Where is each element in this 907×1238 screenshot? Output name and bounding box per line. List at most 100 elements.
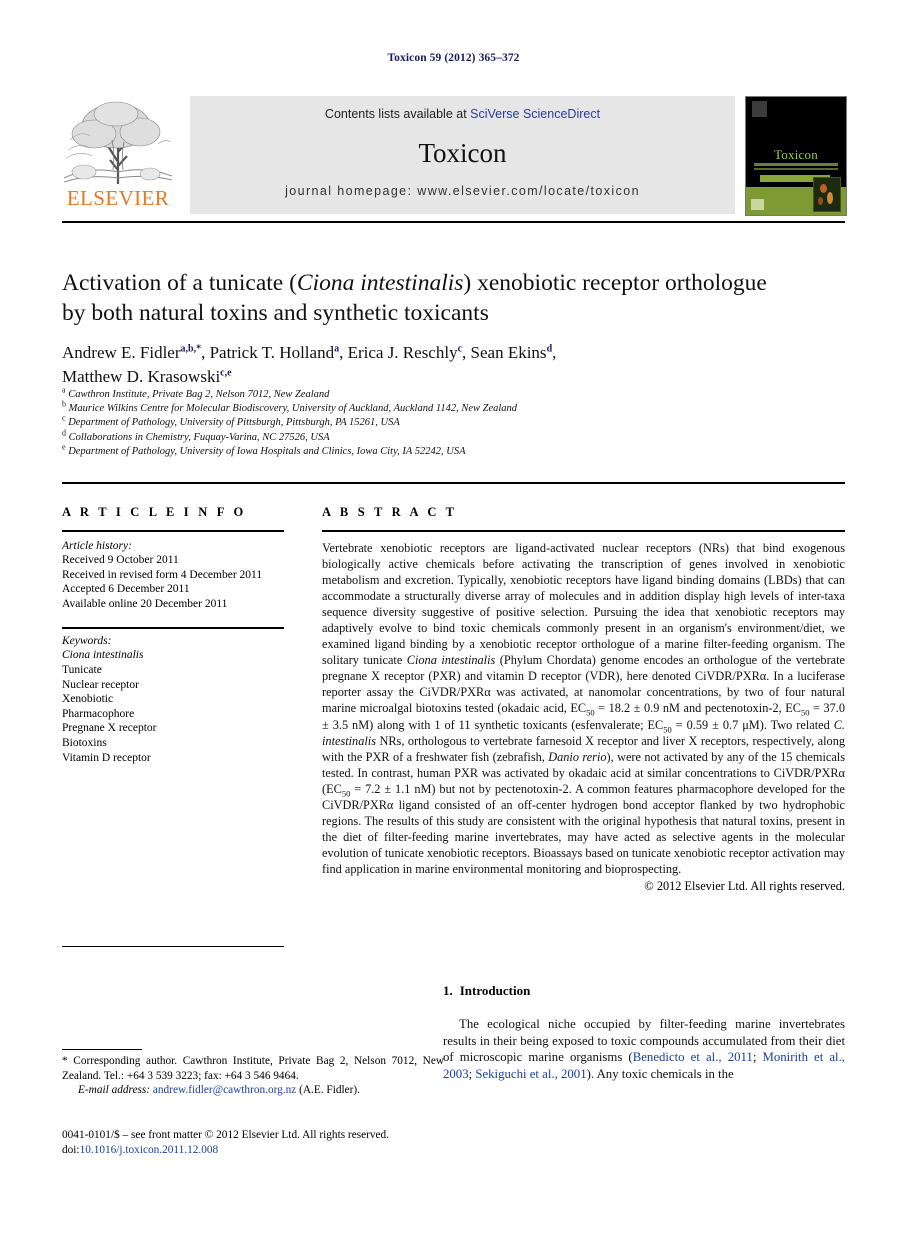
- author-entry: Matthew D. Krasowskic,e: [62, 367, 232, 386]
- section-title: Introduction: [459, 983, 531, 998]
- affiliation-list: a Cawthron Institute, Private Bag 2, Nel…: [62, 385, 852, 459]
- keyword-item: Biotoxins: [62, 736, 107, 749]
- author-entry: Andrew E. Fidlera,b,*,: [62, 343, 210, 362]
- issn-line: 0041-0101/$ – see front matter © 2012 El…: [62, 1129, 390, 1141]
- cover-subtitle-bar-1: [754, 163, 838, 166]
- journal-homepage-link[interactable]: journal homepage: www.elsevier.com/locat…: [190, 184, 735, 198]
- email-label: E-mail address:: [78, 1084, 151, 1097]
- section-number: 1.: [443, 983, 453, 998]
- introduction-heading: 1. Introduction: [443, 983, 845, 999]
- affiliation-item: d Collaborations in Chemistry, Fuquay-Va…: [62, 428, 852, 445]
- author-affil-marks: c,e: [220, 367, 232, 379]
- abstract-rule: [322, 530, 845, 532]
- affiliation-item: b Maurice Wilkins Centre for Molecular B…: [62, 399, 852, 416]
- author-affil-marks: a,b,*: [180, 343, 202, 355]
- author-entry: Patrick T. Hollanda,: [210, 343, 348, 362]
- author-name: Patrick T. Holland: [209, 343, 335, 362]
- corresponding-author-note: * Corresponding author. Cawthron Institu…: [62, 1054, 444, 1098]
- email-link[interactable]: andrew.fidler@cawthron.org.nz: [153, 1084, 296, 1096]
- history-item: Available online 20 December 2011: [62, 597, 228, 610]
- doi-label: doi:: [62, 1143, 80, 1156]
- contents-prefix: Contents lists available at: [324, 107, 471, 121]
- author-name: Sean Ekins: [470, 343, 547, 362]
- sciencedirect-link[interactable]: SciVerse ScienceDirect: [470, 107, 600, 121]
- affiliation-mark: c: [62, 413, 66, 423]
- author-name: Andrew E. Fidler: [62, 343, 181, 362]
- article-history: Article history: Received 9 October 2011…: [62, 539, 284, 612]
- article-title: Activation of a tunicate (Ciona intestin…: [62, 268, 852, 328]
- affiliation-item: e Department of Pathology, University of…: [62, 442, 852, 459]
- citation-link[interactable]: Benedicto et al., 2011: [633, 1050, 753, 1064]
- citation-link[interactable]: Sekiguchi et al., 2001: [475, 1067, 586, 1081]
- cover-subtitle-bar-2: [754, 168, 838, 170]
- corresponding-author-text: * Corresponding author. Cawthron Institu…: [62, 1055, 444, 1082]
- author-sep: ,: [201, 343, 210, 362]
- keyword-item: Tunicate: [62, 663, 102, 676]
- journal-banner: Contents lists available at SciVerse Sci…: [190, 96, 735, 214]
- abstract-column: A B S T R A C T Vertebrate xenobiotic re…: [322, 505, 845, 894]
- cover-title: Toxicon: [774, 147, 818, 162]
- affiliation-text: Cawthron Institute, Private Bag 2, Nelso…: [68, 389, 330, 400]
- abstract-copyright: © 2012 Elsevier Ltd. All rights reserved…: [644, 879, 845, 894]
- affiliation-text: Maurice Wilkins Centre for Molecular Bio…: [68, 403, 518, 415]
- email-note: E-mail address: andrew.fidler@cawthron.o…: [62, 1083, 444, 1098]
- author-name: Erica J. Reschly: [347, 343, 458, 362]
- keyword-item: Pharmacophore: [62, 707, 135, 720]
- left-column-bottom-rule: [62, 946, 284, 948]
- cover-publisher-mark: [752, 101, 767, 117]
- affiliation-mark: a: [62, 385, 66, 395]
- affiliation-text: Department of Pathology, University of I…: [68, 445, 466, 457]
- article-history-label: Article history:: [62, 539, 132, 552]
- author-entry: Sean Ekinsd,: [471, 343, 557, 362]
- article-info-heading: A R T I C L E I N F O: [62, 505, 247, 519]
- history-item: Accepted 6 December 2011: [62, 583, 190, 596]
- affiliation-mark: e: [62, 442, 66, 452]
- doi-line: doi:10.1016/j.toxicon.2011.12.008: [62, 1143, 462, 1158]
- introduction-paragraph: The ecological niche occupied by filter-…: [443, 1016, 845, 1082]
- history-item: Received in revised form 4 December 2011: [62, 568, 263, 581]
- article-page: Toxicon 59 (2012) 365–372 ELSEVIER Conte…: [0, 0, 907, 1238]
- running-head: Toxicon 59 (2012) 365–372: [387, 52, 520, 64]
- keywords-rule: [62, 627, 284, 629]
- keyword-item: Ciona intestinalis: [62, 649, 144, 662]
- journal-cover-thumbnail: Toxicon: [745, 96, 847, 216]
- abstract-heading: A B S T R A C T: [322, 505, 458, 519]
- author-sep: ,: [339, 343, 348, 362]
- elsevier-logo: ELSEVIER: [62, 96, 174, 214]
- email-suffix: (A.E. Fidler).: [299, 1084, 360, 1097]
- affiliation-mark: d: [62, 428, 66, 438]
- keywords-list: Keywords: Ciona intestinalis Tunicate Nu…: [62, 634, 284, 765]
- footnote-rule: [62, 1049, 142, 1051]
- abstract-text: Vertebrate xenobiotic receptors are liga…: [322, 540, 845, 877]
- author-sep: ,: [552, 343, 557, 362]
- intro-text-end: ). Any toxic chemicals in the: [586, 1066, 734, 1081]
- keyword-item: Vitamin D receptor: [62, 751, 151, 764]
- journal-title: Toxicon: [418, 138, 507, 168]
- issn-copyright-block: 0041-0101/$ – see front matter © 2012 El…: [62, 1128, 462, 1157]
- author-sep: ,: [462, 343, 471, 362]
- history-item: Received 9 October 2011: [62, 554, 179, 567]
- affiliation-item: c Department of Pathology, University of…: [62, 413, 852, 430]
- title-line-2: by both natural toxins and synthetic tox…: [62, 300, 489, 326]
- affiliation-mark: b: [62, 399, 66, 409]
- keywords-label: Keywords:: [62, 634, 112, 647]
- journal-masthead: ELSEVIER Contents lists available at Sci…: [62, 96, 847, 216]
- cover-photo: [813, 177, 841, 212]
- author-list: Andrew E. Fidlera,b,*, Patrick T. Hollan…: [62, 341, 852, 389]
- affiliation-text: Department of Pathology, University of P…: [68, 417, 400, 429]
- affiliation-text: Collaborations in Chemistry, Fuquay-Vari…: [68, 431, 330, 443]
- contents-lists-line: Contents lists available at SciVerse Sci…: [190, 107, 735, 121]
- title-part-2: ) xenobiotic receptor orthologue: [463, 270, 767, 296]
- content-top-rule: [62, 482, 845, 484]
- article-info-column: A R T I C L E I N F O Article history: R…: [62, 505, 284, 765]
- author-name: Matthew D. Krasowski: [62, 367, 221, 386]
- masthead-rule: [62, 221, 845, 223]
- title-part-1: Activation of a tunicate (: [62, 270, 297, 296]
- elsevier-wordmark: ELSEVIER: [66, 186, 170, 210]
- doi-link[interactable]: 10.1016/j.toxicon.2011.12.008: [80, 1144, 219, 1156]
- title-species: Ciona intestinalis: [296, 270, 464, 296]
- keyword-item: Nuclear receptor: [62, 678, 139, 691]
- keyword-item: Pregnane X receptor: [62, 722, 157, 735]
- cover-badge: [751, 199, 764, 210]
- affiliation-item: a Cawthron Institute, Private Bag 2, Nel…: [62, 385, 852, 402]
